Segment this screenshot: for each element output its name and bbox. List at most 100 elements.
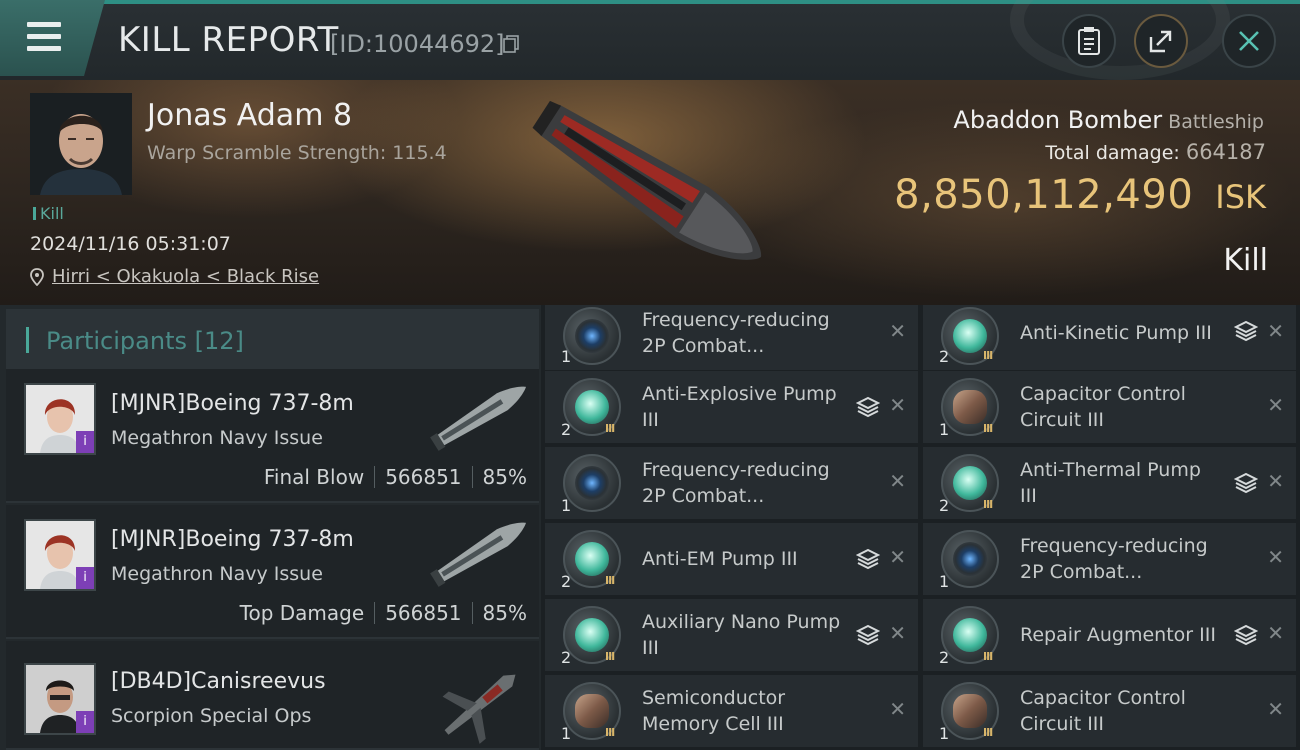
module-item[interactable]: 1 Frequency-reducing 2P Combat... ✕	[545, 305, 918, 370]
participant-stats: Final Blow 566851 85%	[264, 465, 527, 489]
module-item[interactable]: 2 III Auxiliary Nano Pump III ✕	[545, 599, 918, 671]
stack-icon[interactable]	[856, 623, 880, 647]
menu-icon-bar	[27, 34, 61, 39]
clipboard-icon	[1078, 27, 1100, 55]
module-item[interactable]: 2 III Repair Augmentor III ✕	[923, 599, 1296, 671]
close-icon[interactable]: ✕	[889, 697, 906, 721]
close-icon[interactable]: ✕	[889, 545, 906, 569]
module-item[interactable]: 1 Frequency-reducing 2P Combat... ✕	[545, 447, 918, 519]
header-bar: KILL REPORT [ID:10044692]	[0, 0, 1300, 80]
module-name: Anti-Thermal Pump III	[1020, 459, 1201, 507]
module-name: Anti-Explosive Pump III	[642, 383, 837, 431]
module-name: Capacitor Control Circuit III	[1020, 383, 1186, 431]
avatar[interactable]: i	[24, 383, 96, 455]
kill-location[interactable]: Hirri < Okakuola < Black Rise	[30, 266, 319, 287]
participant-ship-image	[442, 674, 516, 744]
participant-row[interactable]: i [MJNR]Boeing 737-8m Megathron Navy Iss…	[6, 369, 539, 503]
participants-header: Participants [12]	[6, 309, 539, 369]
share-icon	[1149, 30, 1172, 53]
copy-icon[interactable]	[503, 35, 519, 53]
module-item[interactable]: 2 III Anti-Explosive Pump III ✕	[545, 371, 918, 443]
participant-damage: 566851	[385, 465, 462, 489]
participant-ship: Megathron Navy Issue	[111, 563, 323, 585]
tier-icon: III	[983, 349, 993, 362]
tier-icon: III	[605, 650, 615, 663]
fitted-modules-grid: 1 Frequency-reducing 2P Combat... ✕ 2 II…	[541, 305, 1300, 750]
participant-stats: Top Damage 566851 85%	[240, 601, 527, 625]
participant-name[interactable]: [DB4D]Canisreevus	[111, 669, 326, 694]
participant-name[interactable]: [MJNR]Boeing 737-8m	[111, 391, 354, 416]
stack-icon[interactable]	[1234, 623, 1258, 647]
module-item[interactable]: 1 III Capacitor Control Circuit III ✕	[923, 371, 1296, 443]
total-damage-label: Total damage:	[1045, 142, 1180, 164]
module-item[interactable]: 1 Frequency-reducing 2P Combat... ✕	[923, 523, 1296, 595]
close-icon[interactable]: ✕	[889, 469, 906, 493]
module-name: Anti-EM Pump III	[642, 548, 798, 570]
tier-icon: III	[605, 726, 615, 739]
close-icon	[1239, 31, 1259, 51]
menu-button[interactable]	[0, 0, 105, 76]
module-name: Capacitor Control Circuit III	[1020, 687, 1186, 735]
module-quantity: 1	[939, 420, 950, 439]
victim-ship[interactable]: Abaddon Bomber Battleship	[953, 106, 1264, 134]
stack-icon[interactable]	[1234, 319, 1258, 343]
divider	[374, 602, 376, 624]
share-button[interactable]	[1134, 14, 1188, 68]
stack-icon[interactable]	[1234, 471, 1258, 495]
close-icon[interactable]: ✕	[1267, 545, 1284, 569]
module-quantity: 1	[561, 724, 572, 743]
tier-icon: III	[983, 650, 993, 663]
module-quantity: 1	[561, 347, 572, 366]
module-quantity: 1	[561, 496, 572, 515]
stack-icon[interactable]	[856, 395, 880, 419]
avatar[interactable]: i	[24, 663, 96, 735]
location-link[interactable]: Hirri < Okakuola < Black Rise	[52, 266, 319, 287]
participant-name[interactable]: [MJNR]Boeing 737-8m	[111, 527, 354, 552]
close-icon[interactable]: ✕	[1267, 621, 1284, 645]
participant-row[interactable]: i [MJNR]Boeing 737-8m Megathron Navy Iss…	[6, 505, 539, 639]
module-item[interactable]: 1 III Capacitor Control Circuit III ✕	[923, 675, 1296, 747]
report-id: [ID:10044692]	[330, 30, 505, 58]
participant-percent: 85%	[482, 465, 527, 489]
participant-ship-image	[430, 522, 526, 587]
module-quantity: 2	[939, 648, 950, 667]
faction-badge: i	[76, 431, 94, 453]
module-item[interactable]: 1 III Semiconductor Memory Cell III ✕	[545, 675, 918, 747]
close-button[interactable]	[1222, 14, 1276, 68]
close-icon[interactable]: ✕	[1267, 469, 1284, 493]
close-icon[interactable]: ✕	[1267, 697, 1284, 721]
avatar[interactable]: i	[24, 519, 96, 591]
faction-badge: i	[76, 711, 94, 733]
ship-class: Battleship	[1168, 111, 1264, 133]
tier-icon: III	[983, 726, 993, 739]
close-icon[interactable]: ✕	[1267, 393, 1284, 417]
scram-icon	[563, 454, 621, 512]
menu-icon-bar	[27, 46, 61, 51]
participant-percent: 85%	[482, 601, 527, 625]
close-icon[interactable]: ✕	[889, 621, 906, 645]
victim-portrait[interactable]	[30, 93, 132, 195]
close-icon[interactable]: ✕	[1267, 319, 1284, 343]
participants-panel: Participants [12] i [MJNR]Boeing 737-8m …	[0, 305, 541, 750]
module-quantity: 2	[561, 572, 572, 591]
participants-accent	[26, 327, 29, 353]
module-name: Frequency-reducing 2P Combat...	[642, 309, 830, 357]
stack-icon[interactable]	[856, 547, 880, 571]
close-icon[interactable]: ✕	[889, 393, 906, 417]
participants-title: Participants [12]	[46, 327, 244, 355]
tier-icon: III	[983, 498, 993, 511]
clipboard-button[interactable]	[1062, 14, 1116, 68]
victim-name[interactable]: Jonas Adam 8	[147, 98, 352, 133]
participant-row[interactable]: i [DB4D]Canisreevus Scorpion Special Ops	[6, 641, 539, 750]
outcome-label: Kill	[1223, 243, 1268, 278]
module-item[interactable]: 2 III Anti-Thermal Pump III ✕	[923, 447, 1296, 519]
participant-ship: Scorpion Special Ops	[111, 705, 312, 727]
menu-icon	[27, 22, 61, 27]
module-item[interactable]: 2 III Anti-Kinetic Pump III ✕	[923, 305, 1296, 370]
module-quantity: 2	[561, 420, 572, 439]
isk-unit: ISK	[1215, 178, 1266, 216]
divider	[471, 602, 473, 624]
close-icon[interactable]: ✕	[889, 319, 906, 343]
pilot-portrait-image	[30, 93, 132, 195]
module-item[interactable]: 2 III Anti-EM Pump III ✕	[545, 523, 918, 595]
